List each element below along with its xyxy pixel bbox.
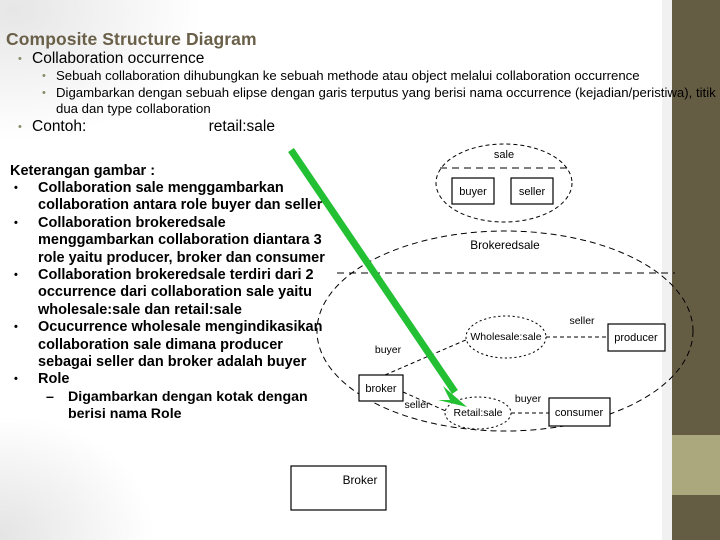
edge-label-buyer-broker: buyer [375, 344, 402, 356]
role-box-seller-label: seller [519, 186, 546, 198]
green-pointer-arrow [288, 148, 467, 407]
role-box-consumer-label: consumer [555, 407, 604, 419]
role-box-broker-label: broker [365, 383, 397, 395]
edge-label-seller-producer: seller [569, 315, 595, 327]
slide-canvas: Composite Structure Diagram • Collaborat… [0, 0, 720, 540]
wholesale-sale-label: Wholesale:sale [470, 331, 541, 343]
sale-collaboration-label: sale [494, 149, 514, 161]
composite-structure-diagram: sale buyer seller Brokeredsale Wholesale… [288, 143, 694, 511]
edge-label-seller-broker: seller [404, 399, 430, 411]
retail-sale-label: Retail:sale [453, 407, 502, 419]
brokeredsale-label: Brokeredsale [470, 238, 540, 252]
edge-label-buyer-consumer: buyer [515, 393, 542, 405]
role-example-box-label: Broker [343, 473, 378, 487]
role-box-producer-label: producer [614, 332, 658, 344]
role-box-buyer-label: buyer [459, 186, 487, 198]
